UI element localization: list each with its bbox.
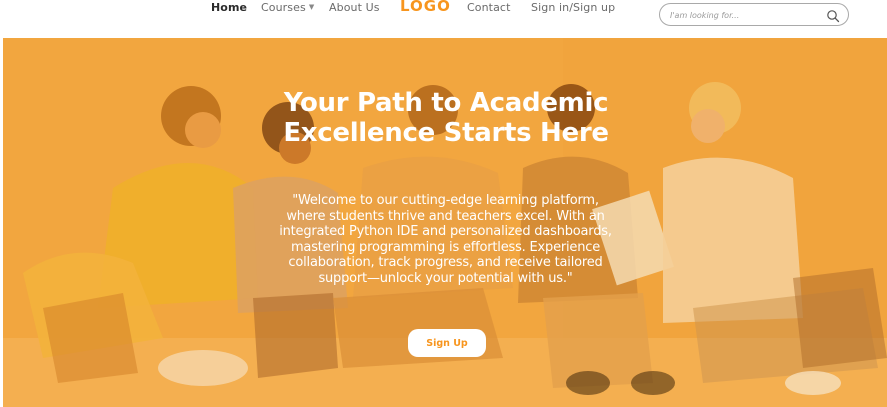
search-icon[interactable] [826,8,840,23]
chevron-down-icon: ▼ [308,3,315,11]
top-navbar: Home Courses ▼ About Us LOGO Contact Sign… [0,0,887,36]
nav-about-link[interactable]: About Us [329,1,380,14]
nav-home-link[interactable]: Home [211,1,247,14]
nav-courses-label: Courses [261,1,306,14]
hero-description: "Welcome to our cutting-edge learning pl… [279,193,612,286]
hero-section: Your Path to Academic Excellence Starts … [3,38,887,407]
nav-courses-dropdown[interactable]: Courses ▼ [261,1,314,14]
nav-contact-link[interactable]: Contact [467,1,511,14]
site-logo[interactable]: LOGO [400,0,451,15]
hero-title: Your Path to Academic Excellence Starts … [283,88,609,148]
nav-signin-signup-link[interactable]: Sign in/Sign up [531,1,615,14]
signup-button[interactable]: Sign Up [408,329,486,357]
search-input[interactable] [670,7,820,23]
search-box [659,3,849,26]
